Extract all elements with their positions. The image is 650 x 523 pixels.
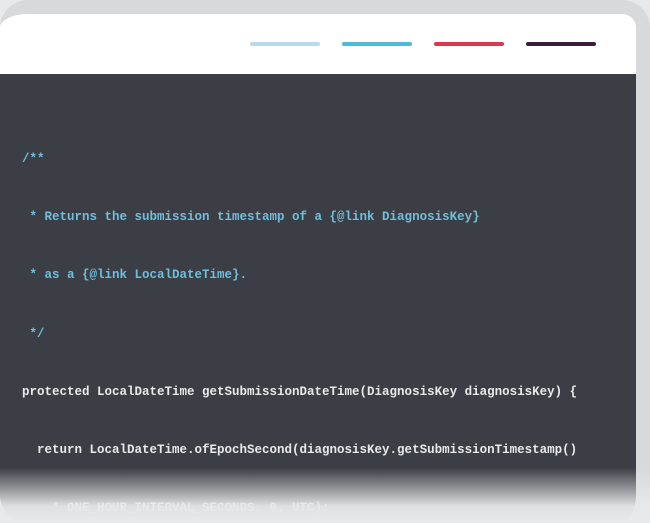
tabs-bar bbox=[0, 14, 636, 74]
tab-indicator-3[interactable] bbox=[434, 42, 504, 46]
tab-indicator-4[interactable] bbox=[526, 42, 596, 46]
code-comment: * as a {@link LocalDateTime}. bbox=[22, 266, 614, 285]
code-line: protected LocalDateTime getSubmissionDat… bbox=[22, 383, 614, 402]
tab-indicator-2[interactable] bbox=[342, 42, 412, 46]
code-line: return LocalDateTime.ofEpochSecond(diagn… bbox=[22, 441, 614, 460]
tab-indicator-1[interactable] bbox=[250, 42, 320, 46]
code-editor[interactable]: /** * Returns the submission timestamp o… bbox=[0, 74, 636, 523]
code-comment: /** bbox=[22, 150, 614, 169]
code-comment: * Returns the submission timestamp of a … bbox=[22, 208, 614, 227]
code-comment: */ bbox=[22, 325, 614, 344]
code-line: * ONE_HOUR_INTERVAL_SECONDS, 0, UTC); bbox=[22, 499, 614, 518]
device-frame: /** * Returns the submission timestamp o… bbox=[0, 0, 650, 523]
